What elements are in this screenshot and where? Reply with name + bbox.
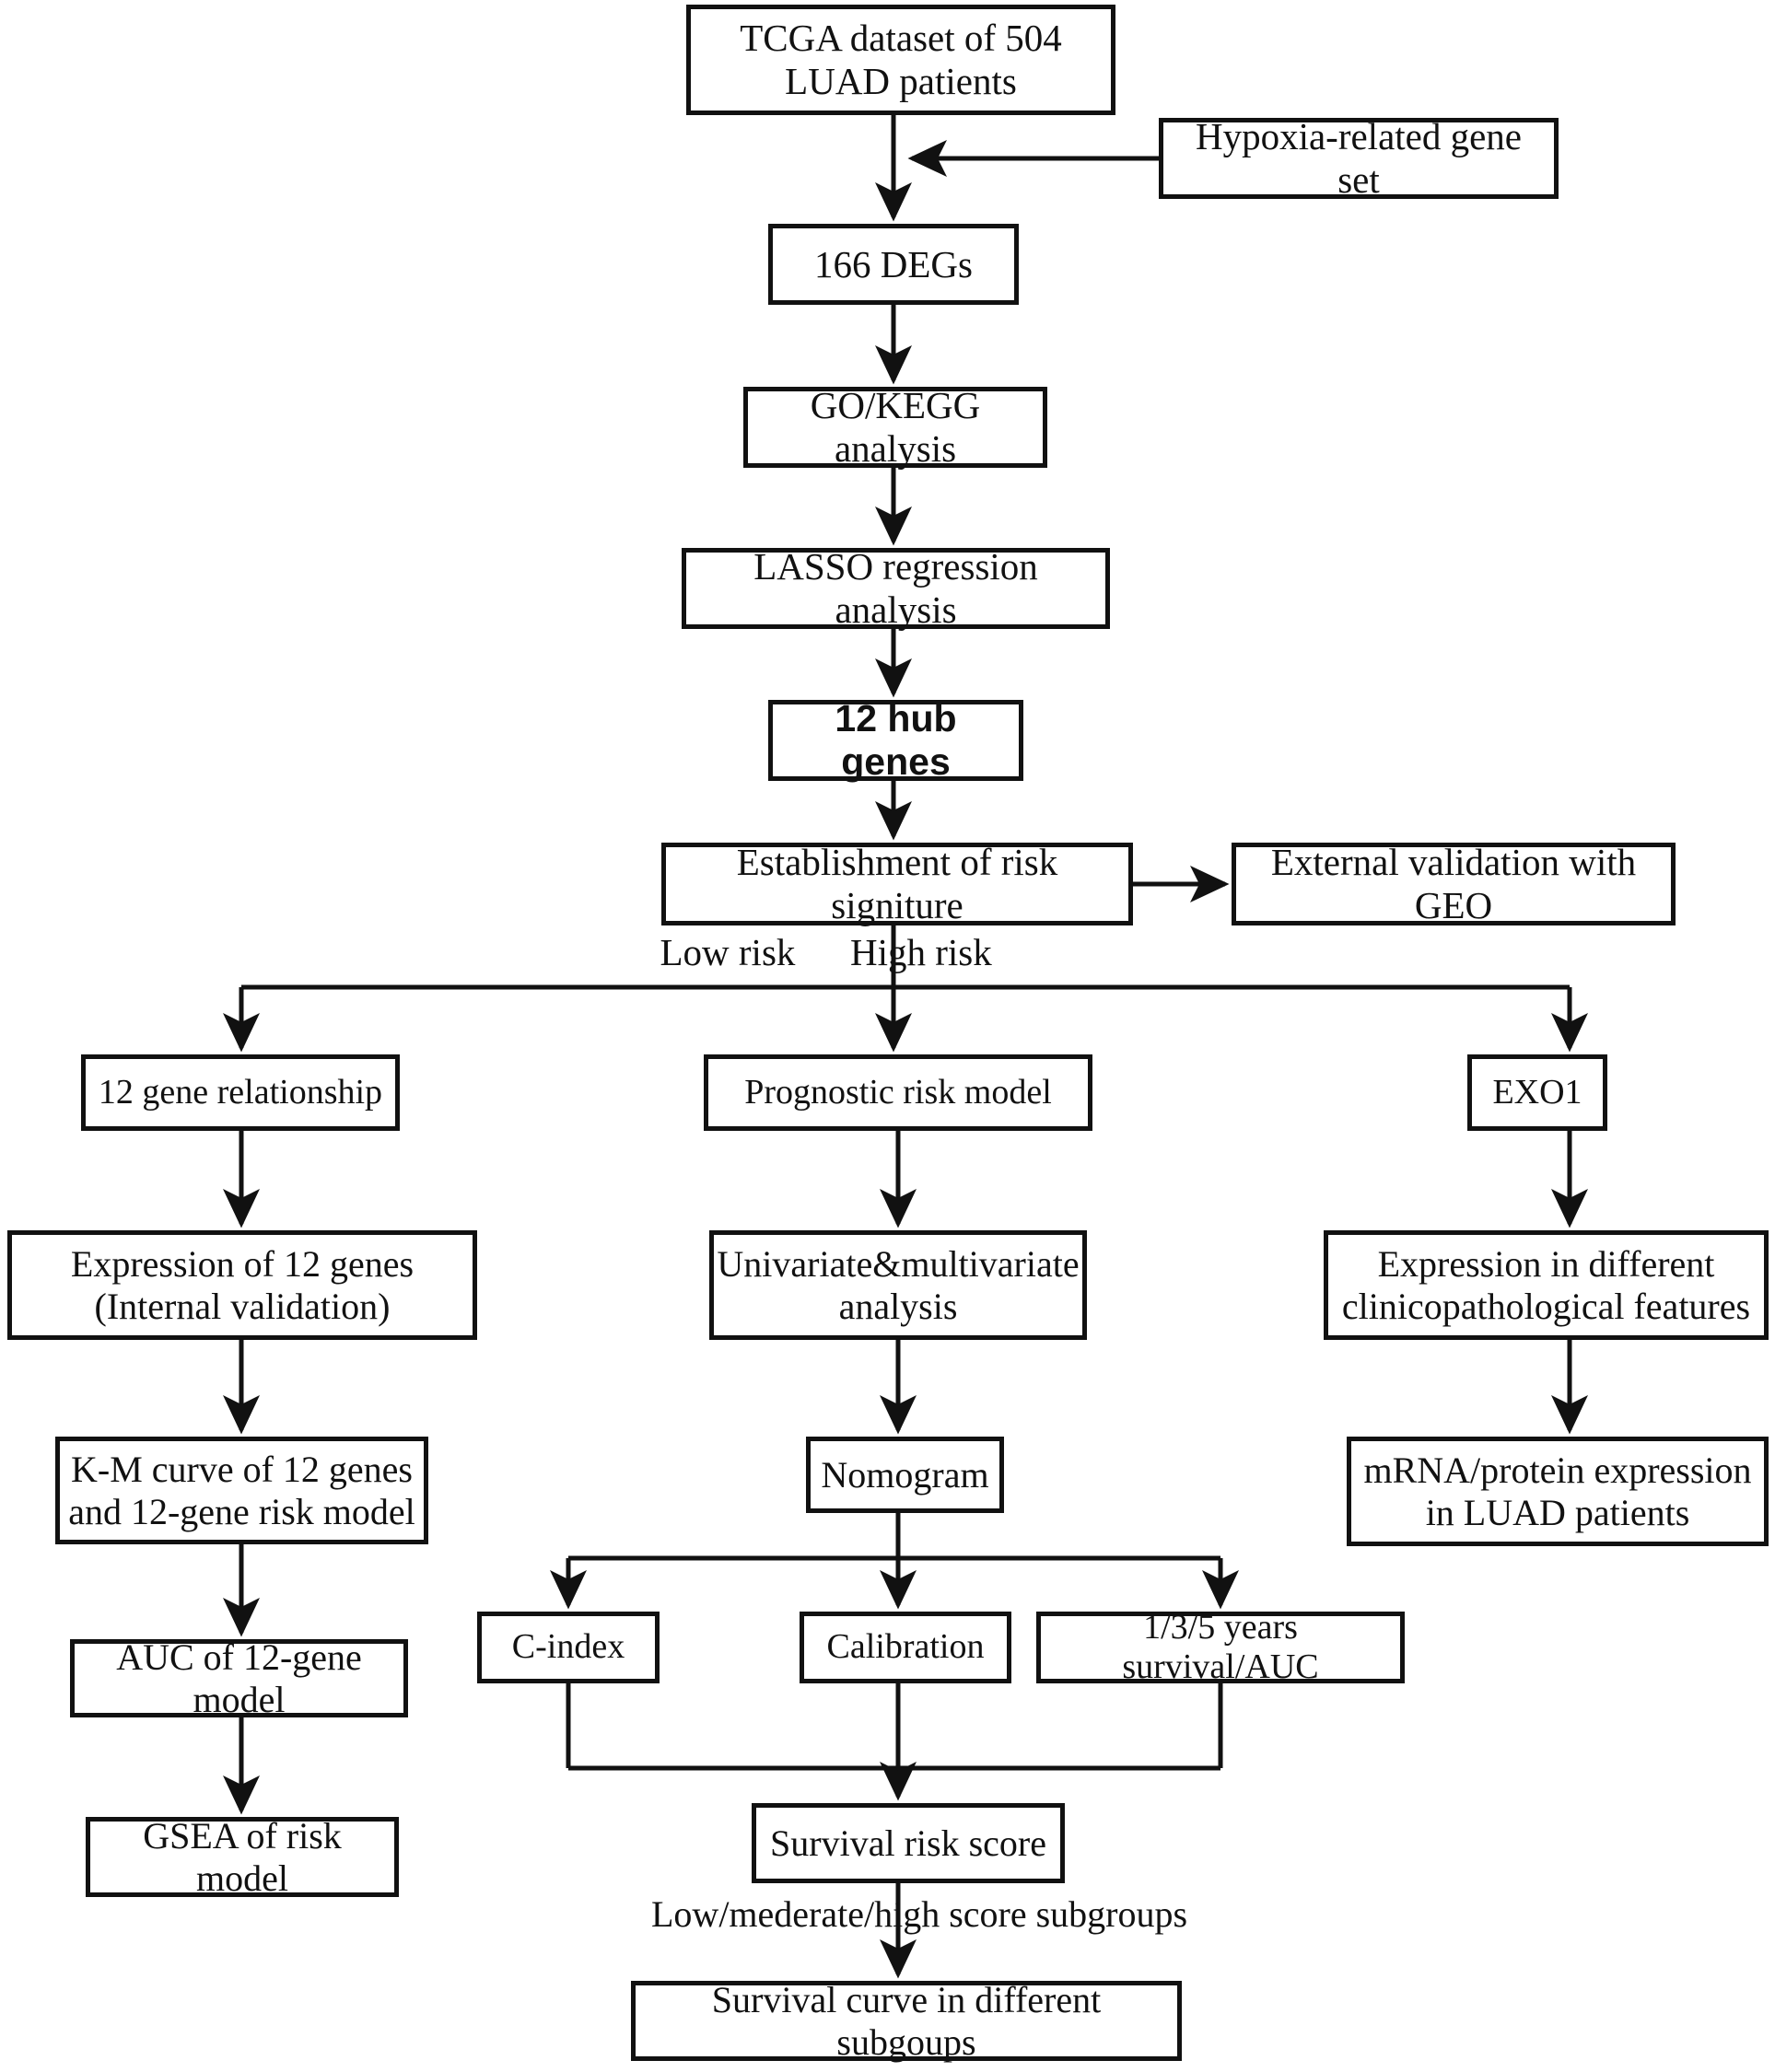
node-survival-risk-score[interactable]: Survival risk score (752, 1803, 1065, 1883)
node-expression-clinicopathological[interactable]: Expression in different clinicopathologic… (1324, 1230, 1769, 1340)
node-tcga-dataset[interactable]: TCGA dataset of 504 LUAD patients (686, 5, 1115, 115)
node-label: 166 DEGs (814, 242, 973, 285)
node-label: Survival curve in different subgoups (711, 1978, 1102, 2063)
node-exo1[interactable]: EXO1 (1467, 1054, 1607, 1131)
node-label: TCGA dataset of 504 LUAD patients (740, 17, 1062, 102)
node-survival-curve-subgroups[interactable]: Survival curve in different subgoups (631, 1978, 1182, 2063)
node-label: GSEA of risk model (143, 1814, 342, 1899)
node-univariate-multivariate[interactable]: Univariate&multivariate analysis (709, 1230, 1087, 1340)
node-c-index[interactable]: C-index (477, 1612, 660, 1683)
node-label: Nomogram (821, 1453, 989, 1496)
node-label: EXO1 (1492, 1072, 1582, 1112)
node-lasso-regression[interactable]: LASSO regression analysis (682, 545, 1110, 631)
node-label: 1/3/5 years survival/AUC (1122, 1607, 1319, 1686)
node-external-validation-geo[interactable]: External validation with GEO (1232, 841, 1676, 926)
node-label: mRNA/protein expression in LUAD patients (1363, 1449, 1752, 1533)
edge-label-text: High risk (850, 931, 992, 973)
node-label: Calibration (826, 1627, 985, 1667)
node-label: Establishment of risk signiture (736, 841, 1058, 926)
node-label: GO/KEGG analysis (810, 384, 981, 470)
node-label: Univariate&multivariate analysis (717, 1242, 1080, 1327)
node-calibration[interactable]: Calibration (800, 1612, 1011, 1683)
node-gsea-risk-model[interactable]: GSEA of risk model (86, 1814, 399, 1899)
node-label: 12 gene relationship (98, 1072, 383, 1112)
node-go-kegg-analysis[interactable]: GO/KEGG analysis (743, 384, 1047, 470)
node-nomogram[interactable]: Nomogram (806, 1437, 1004, 1513)
node-166-degs[interactable]: 166 DEGs (768, 224, 1019, 305)
node-years-survival-auc[interactable]: 1/3/5 years survival/AUC (1036, 1608, 1405, 1686)
flowchart-canvas: TCGA dataset of 504 LUAD patients Hypoxia… (0, 0, 1775, 2072)
node-auc-12-gene-model[interactable]: AUC of 12-gene model (70, 1635, 408, 1720)
edge-label-score-subgroups: Low/mederate/high score subgroups (651, 1892, 1187, 1936)
node-12-hub-genes[interactable]: 12 hub genes (768, 697, 1023, 783)
node-12-gene-relationship[interactable]: 12 gene relationship (81, 1054, 400, 1131)
node-label: Hypoxia-related gene set (1195, 115, 1523, 201)
edge-label-text: Low risk (660, 931, 796, 973)
node-hypoxia-gene-set[interactable]: Hypoxia-related gene set (1159, 115, 1559, 201)
node-prognostic-risk-model[interactable]: Prognostic risk model (704, 1054, 1092, 1131)
node-mrna-protein-expression[interactable]: mRNA/protein expression in LUAD patients (1347, 1437, 1769, 1546)
node-expression-12-genes[interactable]: Expression of 12 genes (Internal validati… (7, 1230, 477, 1340)
node-establishment-risk-signiture[interactable]: Establishment of risk signiture (661, 841, 1133, 926)
node-label: C-index (511, 1627, 625, 1667)
node-label: 12 hub genes (835, 697, 957, 783)
node-label: Prognostic risk model (744, 1072, 1052, 1112)
node-label: LASSO regression analysis (753, 545, 1038, 631)
edge-label-high-risk: High risk (850, 930, 992, 974)
flowchart-connectors (223, 115, 1588, 1979)
edge-label-text: Low/mederate/high score subgroups (651, 1893, 1188, 1935)
node-label: External validation with GEO (1270, 841, 1637, 926)
node-km-curve[interactable]: K-M curve of 12 genes and 12-gene risk mo… (55, 1437, 428, 1544)
node-label: Expression in different clinicopathologic… (1341, 1242, 1751, 1327)
node-label: AUC of 12-gene model (116, 1635, 362, 1720)
edge-label-low-risk: Low risk (660, 930, 796, 974)
node-label: K-M curve of 12 genes and 12-gene risk mo… (68, 1448, 415, 1532)
node-label: Survival risk score (770, 1822, 1046, 1864)
node-label: Expression of 12 genes (Internal validati… (70, 1242, 415, 1327)
